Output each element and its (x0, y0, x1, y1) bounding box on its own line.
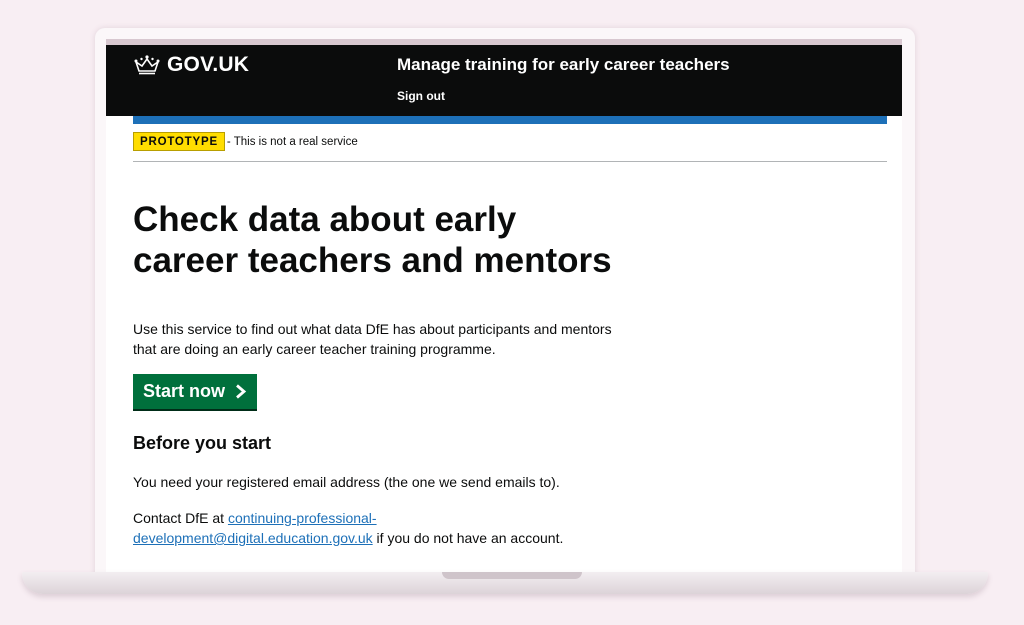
phase-banner-text: - This is not a real service (226, 136, 358, 148)
page-title: Check data about early career teachers a… (133, 199, 653, 281)
header-blue-bar (133, 116, 887, 124)
email-requirement-text: You need your registered email address (… (133, 474, 560, 490)
govuk-logo-link[interactable]: GOV.UK (133, 53, 249, 77)
phase-banner: PROTOTYPE - This is not a real service (133, 132, 887, 162)
start-now-label: Start now (142, 381, 225, 401)
contact-email-line-1: continuing-professional- (227, 510, 377, 526)
crown-icon (134, 55, 160, 75)
service-name-link[interactable]: Manage training for early career teacher… (397, 55, 730, 75)
browser-screen: GOV.UK Manage training for early career … (106, 39, 902, 576)
govuk-header: GOV.UK Manage training for early career … (106, 45, 902, 116)
before-you-start-heading: Before you start (133, 433, 272, 453)
contact-prefix: Contact DfE at (133, 510, 228, 526)
phase-tag: PROTOTYPE (133, 132, 225, 151)
page-title-line-1: Check data about early (133, 200, 517, 239)
intro-line-2: that are doing an early career teacher t… (133, 341, 496, 357)
laptop-notch (442, 572, 582, 579)
govuk-logotype: GOV.UK (167, 53, 250, 76)
intro-line-1: Use this service to find out what data D… (133, 321, 612, 337)
page-title-line-2: career teachers and mentors (133, 241, 612, 280)
chevron-right-icon (236, 384, 247, 399)
contact-email-line-2: development@digital.education.gov.uk (133, 530, 373, 546)
start-now-button[interactable]: Start now (133, 374, 257, 409)
intro-paragraph: Use this service to find out what data D… (133, 319, 633, 359)
sign-out-link[interactable]: Sign out (397, 89, 445, 103)
contact-paragraph: Contact DfE at continuing-professional-d… (133, 508, 653, 548)
contact-suffix: if you do not have an account. (372, 530, 564, 546)
